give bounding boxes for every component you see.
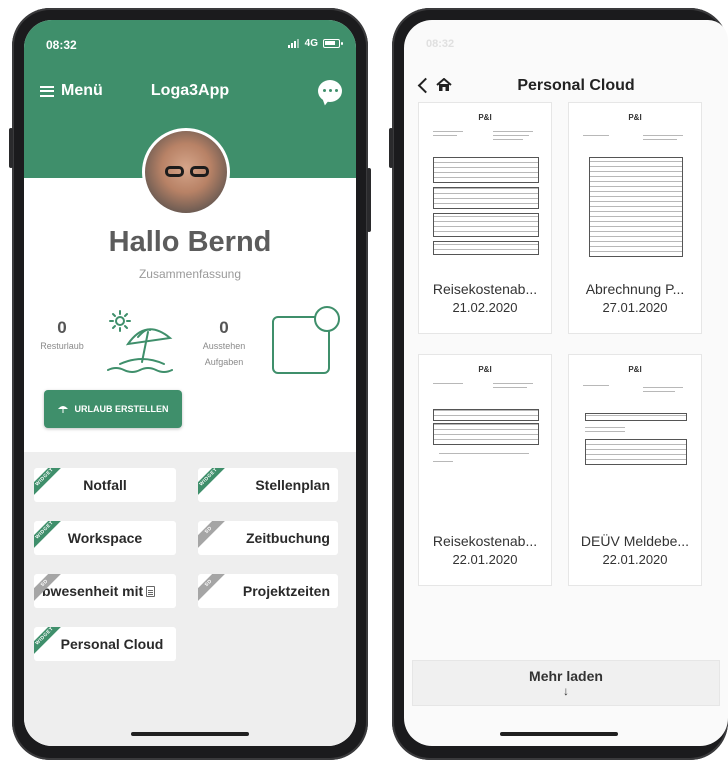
document-logo: P&I [478,365,492,374]
document-icon [146,585,156,597]
widget-label: Personal Cloud [60,636,164,652]
left-phone-frame: 08:32 4G Menü Loga3App Hallo Bernd Zusam… [9,8,371,760]
beach-umbrella-icon [107,310,173,373]
document-name: Reisekostenab... [432,281,538,297]
status-time: 08:32 [46,38,77,52]
document-date: 22.01.2020 [452,552,518,567]
widget-label: Stellenplan [255,477,330,493]
signal-icon [287,39,300,48]
status-bar: 08:32 4G [46,38,343,54]
widget-ribbon: WIDGET [34,468,68,501]
status-indicators: 4G [287,38,343,49]
nav-bar: Personal Cloud [404,74,728,102]
widget-ribbon: WIDGET [34,521,68,554]
widget-label: bwesenheit mit [42,583,144,599]
status-bar: 08:32 [426,38,714,52]
volume-button [9,128,13,168]
widget-abwesenheit[interactable]: SD bwesenheit mit [34,574,176,608]
document-name: Reisekostenab... [432,533,538,549]
document-thumbnail: P&I [579,113,691,263]
document-name: DEÜV Meldebe... [580,533,690,549]
widget-ribbon: WIDGET [198,468,232,501]
pending-tasks-value: 0 [219,318,229,337]
load-more-label: Mehr laden [529,668,603,684]
widget-personal-cloud[interactable]: WIDGET Personal Cloud [34,627,176,661]
task-icon [272,306,340,374]
widget-label: Notfall [83,477,127,493]
document-logo: P&I [478,113,492,122]
document-thumbnail: P&I [429,113,541,263]
chat-icon[interactable] [318,80,342,102]
home-indicator[interactable] [500,732,618,736]
widget-label: Zeitbuchung [246,530,330,546]
avatar-glasses [165,166,213,178]
volume-button [389,128,393,168]
document-date: 21.02.2020 [452,300,518,315]
page-title: Personal Cloud [517,77,635,94]
document-logo: P&I [628,113,642,122]
widget-label: Workspace [67,530,143,546]
app-title: Loga3App [150,82,230,99]
right-phone-frame: 08:32 Personal Cloud P&I Reisekostenab..… [389,8,728,760]
document-card[interactable]: P&I Abrechnung P... 27.01.2020 [568,102,702,334]
widget-workspace[interactable]: WIDGET Workspace [34,521,176,555]
pending-tasks-stat[interactable]: 0 Ausstehen Aufgaben [194,318,254,370]
widget-label: Projektzeiten [242,583,330,599]
arrow-down-icon: ↓ [563,684,569,698]
summary-label: Zusammenfassung [138,267,242,281]
remaining-vacation-stat[interactable]: 0 Resturlaub [38,318,86,354]
right-screen: 08:32 Personal Cloud P&I Reisekostenab..… [404,20,728,746]
document-date: 22.01.2020 [602,552,668,567]
document-thumbnail: P&I [429,365,541,515]
document-logo: P&I [628,365,642,374]
pending-tasks-label-line2: Aufgaben [204,357,244,367]
network-label: 4G [304,38,318,49]
document-card[interactable]: P&I DEÜV Meldebe... 22.01.2020 [568,354,702,586]
document-card[interactable]: P&I Reisekostenab... 22.01.2020 [418,354,552,586]
status-time: 08:32 [426,38,455,50]
document-thumbnail: P&I [579,365,691,515]
create-vacation-button[interactable]: URLAUB ERSTELLEN [44,390,182,428]
document-card[interactable]: P&I Reisekostenab... 21.02.2020 [418,102,552,334]
widget-ribbon: SD [198,574,232,607]
avatar[interactable] [142,128,230,216]
greeting-title: Hallo Bernd [108,226,272,258]
battery-icon [323,39,343,48]
widget-projektzeiten[interactable]: SD Projektzeiten [198,574,338,608]
document-name: Abrechnung P... [585,281,685,297]
load-more-button[interactable]: Mehr laden ↓ [412,660,720,706]
remaining-vacation-value: 0 [57,318,67,337]
widget-zeitbuchung[interactable]: SD Zeitbuchung [198,521,338,555]
home-indicator[interactable] [131,732,249,736]
pending-tasks-label-line1: Ausstehen [202,341,246,351]
widget-ribbon: SD [198,521,232,554]
screenshot-stage: 08:32 4G Menü Loga3App Hallo Bernd Zusam… [0,0,728,764]
widget-stellenplan[interactable]: WIDGET Stellenplan [198,468,338,502]
create-vacation-label: URLAUB ERSTELLEN [74,404,169,414]
umbrella-icon [57,406,68,413]
widget-notfall[interactable]: WIDGET Notfall [34,468,176,502]
left-screen: 08:32 4G Menü Loga3App Hallo Bernd Zusam… [24,20,356,746]
power-button [367,168,371,232]
remaining-vacation-label: Resturlaub [40,341,84,351]
document-date: 27.01.2020 [602,300,668,315]
widget-area: WIDGET Notfall WIDGET Stellenplan WIDGET… [24,452,356,746]
